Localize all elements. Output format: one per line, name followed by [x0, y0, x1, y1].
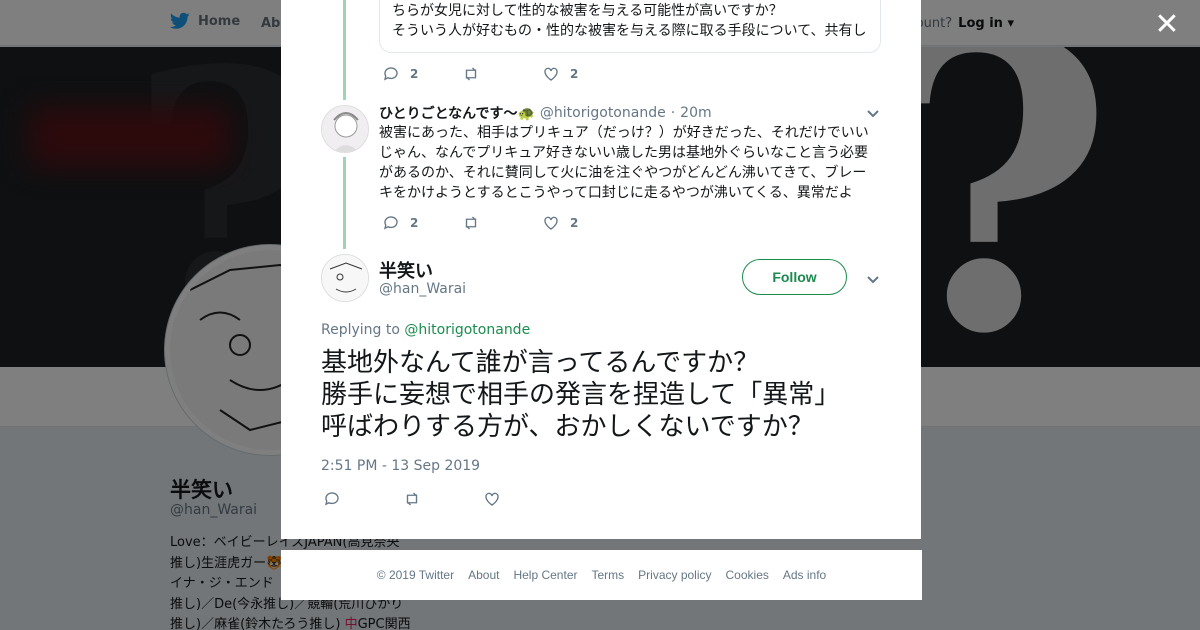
- reply-count: 2: [410, 216, 419, 230]
- footer-link-ads[interactable]: Ads info: [783, 568, 826, 582]
- like-button[interactable]: 2: [542, 214, 622, 232]
- like-button[interactable]: [483, 490, 563, 508]
- tweet-actions: 2 2: [382, 65, 622, 83]
- reply-body-line: キをかけようとするとこうやって口封じに走るやつが沸いてくる、異常だよ: [379, 185, 853, 201]
- tweet-timestamp[interactable]: 2:51 PM - 13 Sep 2019: [321, 458, 480, 474]
- reply-body-line: じゃん、なんでプリキュア好きないい歳した男は基地外ぐらいなこと言う必要: [379, 145, 869, 161]
- reply-author-handle[interactable]: @hitorigotonande: [540, 105, 666, 121]
- quoted-line: ちらが女児に対して性的な被害を与える可能性が高いですか？: [392, 3, 783, 19]
- thread-line: [343, 157, 346, 249]
- like-count: 2: [570, 67, 579, 81]
- main-author-avatar[interactable]: [321, 254, 369, 302]
- footer-link-privacy[interactable]: Privacy policy: [638, 568, 711, 582]
- reply-count: 2: [410, 67, 419, 81]
- like-icon: [544, 67, 558, 81]
- reply-icon: [383, 67, 398, 81]
- reply-icon: [324, 492, 339, 506]
- modal-footer: © 2019 Twitter About Help Center Terms P…: [281, 550, 922, 600]
- avatar-drawing: [322, 106, 368, 152]
- replying-to-link[interactable]: @hitorigotonande: [404, 322, 530, 338]
- tweet-actions: 2 2: [382, 214, 622, 232]
- chevron-down-icon[interactable]: [866, 105, 880, 119]
- replying-to: Replying to @hitorigotonande: [321, 322, 530, 338]
- retweet-button[interactable]: [403, 490, 483, 508]
- chevron-down-icon[interactable]: [866, 271, 880, 285]
- follow-button[interactable]: Follow: [742, 259, 847, 295]
- main-author-handle[interactable]: @han_Warai: [379, 281, 466, 297]
- like-icon: [544, 216, 558, 230]
- footer-copyright: © 2019 Twitter: [376, 568, 455, 582]
- retweet-icon: [465, 67, 477, 81]
- retweet-button[interactable]: [462, 65, 542, 83]
- replying-prefix: Replying to: [321, 322, 400, 338]
- close-icon[interactable]: ✕: [1154, 10, 1180, 40]
- retweet-button[interactable]: [462, 214, 542, 232]
- main-text-line: 呼ばわりする方が、おかしくないですか？: [321, 412, 814, 442]
- like-count: 2: [570, 216, 579, 230]
- quoted-tweet-card[interactable]: ちらが女児に対して性的な被害を与える可能性が高いですか？ そういう人が好むもの・…: [379, 0, 881, 53]
- footer-link-help[interactable]: Help Center: [513, 568, 577, 582]
- reply-button[interactable]: [323, 490, 403, 508]
- reply-tweet-header: ひとりごとなんです～🐢 @hitorigotonande · 20m: [379, 103, 712, 123]
- reply-icon: [383, 216, 398, 230]
- quoted-line: そういう人が好むもの・性的な被害を与える際に取る手段について、共有し: [392, 23, 867, 39]
- reply-author-name[interactable]: ひとりごとなんです～🐢: [379, 103, 535, 123]
- main-author-name[interactable]: 半笑い: [379, 257, 433, 283]
- main-text-line: 基地外なんて誰が言ってるんですか？: [321, 348, 760, 378]
- like-icon: [485, 492, 499, 506]
- footer-link-terms[interactable]: Terms: [591, 568, 624, 582]
- reply-body-line: 被害にあった、相手はプリキュア（だっけ？）が好きだった、それだけでいい: [379, 125, 869, 141]
- reply-body-line: があるのか、それに賛同して火に油を注ぐやつがどんどん沸いてきて、ブレー: [379, 165, 867, 181]
- retweet-icon: [465, 216, 477, 230]
- reply-tweet-body: 被害にあった、相手はプリキュア（だっけ？）が好きだった、それだけでいい じゃん、…: [379, 123, 879, 203]
- retweet-icon: [406, 492, 418, 506]
- tweet-actions: [323, 490, 563, 508]
- footer-link-about[interactable]: About: [468, 568, 499, 582]
- reply-author-avatar[interactable]: [321, 105, 369, 153]
- reply-time[interactable]: 20m: [680, 105, 711, 121]
- tweet-permalink-modal: ちらが女児に対して性的な被害を与える可能性が高いですか？ そういう人が好むもの・…: [281, 0, 921, 539]
- main-tweet-text: 基地外なんて誰が言ってるんですか？ 勝手に妄想で相手の発言を捏造して「異常」 呼…: [321, 347, 901, 443]
- header-separator: ·: [670, 105, 676, 121]
- reply-button[interactable]: 2: [382, 214, 462, 232]
- thread-line: [343, 0, 346, 100]
- footer-link-cookies[interactable]: Cookies: [726, 568, 769, 582]
- avatar-drawing: [322, 255, 368, 301]
- reply-button[interactable]: 2: [382, 65, 462, 83]
- main-text-line: 勝手に妄想で相手の発言を捏造して「異常」: [321, 380, 841, 410]
- like-button[interactable]: 2: [542, 65, 622, 83]
